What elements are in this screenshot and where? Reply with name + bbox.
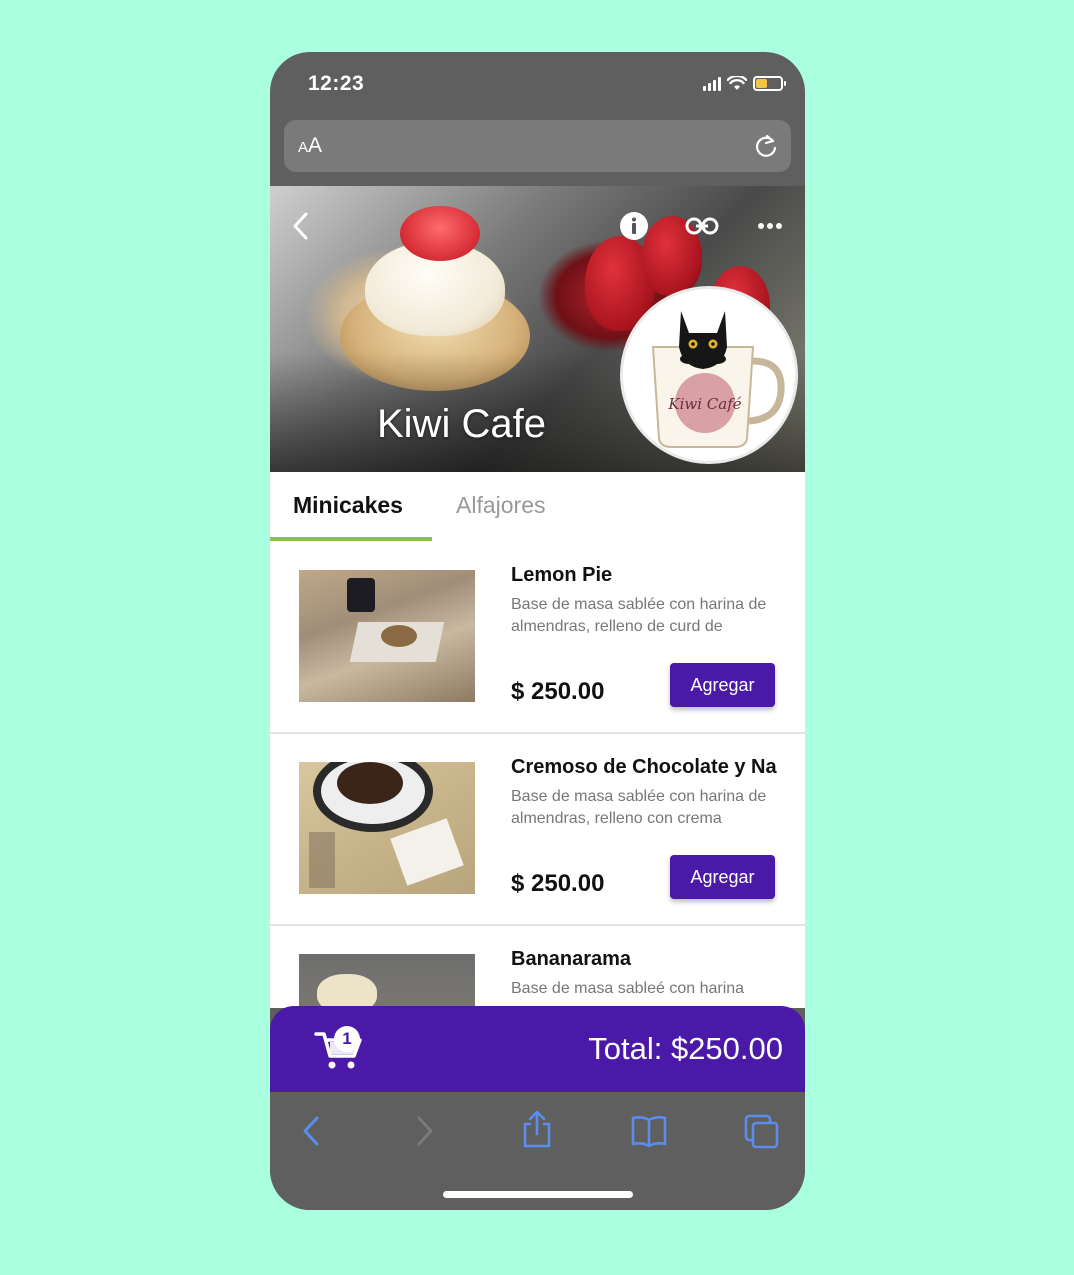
product-name: Bananarama bbox=[511, 948, 632, 970]
status-icons bbox=[703, 76, 786, 91]
category-tabs: Minicakes Alfajores bbox=[270, 472, 805, 542]
product-description: Base de masa sableé con harina bbox=[511, 980, 745, 997]
phone-frame: 12:23 AA Kiwi Cafe Kiwi Café Minicakes A… bbox=[270, 52, 805, 1210]
status-time: 12:23 bbox=[308, 72, 365, 95]
tab-minicakes[interactable]: Minicakes bbox=[293, 492, 403, 519]
product-image bbox=[299, 762, 475, 894]
cart-total: Total: $250.00 bbox=[588, 1031, 783, 1066]
browser-forward-icon[interactable] bbox=[412, 1114, 436, 1148]
product-card[interactable]: Lemon Pie Base de masa sablée con harina… bbox=[270, 542, 805, 734]
active-tab-indicator bbox=[270, 537, 432, 541]
tabs-icon[interactable] bbox=[744, 1114, 780, 1150]
link-icon[interactable] bbox=[685, 216, 719, 236]
tab-alfajores[interactable]: Alfajores bbox=[456, 492, 545, 519]
status-bar: 12:23 bbox=[270, 52, 805, 116]
cat-in-cup-logo: Kiwi Café bbox=[651, 311, 785, 448]
svg-text:Kiwi Café: Kiwi Café bbox=[667, 395, 741, 413]
signal-icon bbox=[703, 76, 721, 91]
cart-bar[interactable]: 1 Total: $250.00 bbox=[270, 1006, 805, 1092]
product-list[interactable]: Lemon Pie Base de masa sablée con harina… bbox=[270, 542, 805, 1008]
product-card[interactable]: Bananarama Base de masa sableé con harin… bbox=[270, 926, 805, 1008]
product-description: Base de masa sablée con harina de almend… bbox=[511, 788, 767, 827]
cart-count-badge: 1 bbox=[334, 1026, 360, 1052]
back-icon[interactable] bbox=[290, 210, 314, 242]
wifi-icon bbox=[727, 76, 747, 90]
add-to-cart-button[interactable]: Agregar bbox=[670, 663, 775, 707]
product-description: Base de masa sablée con harina de almend… bbox=[511, 596, 767, 635]
share-icon[interactable] bbox=[521, 1110, 553, 1148]
text-size-button[interactable]: AA bbox=[298, 134, 322, 158]
add-to-cart-button[interactable]: Agregar bbox=[670, 855, 775, 899]
info-icon[interactable] bbox=[619, 211, 649, 241]
battery-icon bbox=[753, 76, 786, 91]
url-bar[interactable]: AA bbox=[284, 120, 791, 172]
product-image bbox=[299, 570, 475, 702]
bookmarks-icon[interactable] bbox=[630, 1114, 668, 1148]
product-price: $ 250.00 bbox=[511, 678, 605, 705]
more-icon[interactable] bbox=[757, 222, 783, 230]
product-card[interactable]: Cremoso de Chocolate y Na Base de masa s… bbox=[270, 734, 805, 926]
reload-icon[interactable] bbox=[753, 132, 779, 160]
product-image bbox=[299, 954, 475, 1008]
home-indicator bbox=[443, 1191, 633, 1198]
cafe-title: Kiwi Cafe bbox=[377, 402, 546, 446]
product-price: $ 250.00 bbox=[511, 870, 605, 897]
product-name: Lemon Pie bbox=[511, 564, 613, 586]
hero-banner: Kiwi Cafe Kiwi Café bbox=[270, 186, 805, 472]
cafe-logo: Kiwi Café bbox=[620, 286, 798, 464]
browser-back-icon[interactable] bbox=[300, 1114, 324, 1148]
product-name: Cremoso de Chocolate y Na bbox=[511, 756, 777, 778]
